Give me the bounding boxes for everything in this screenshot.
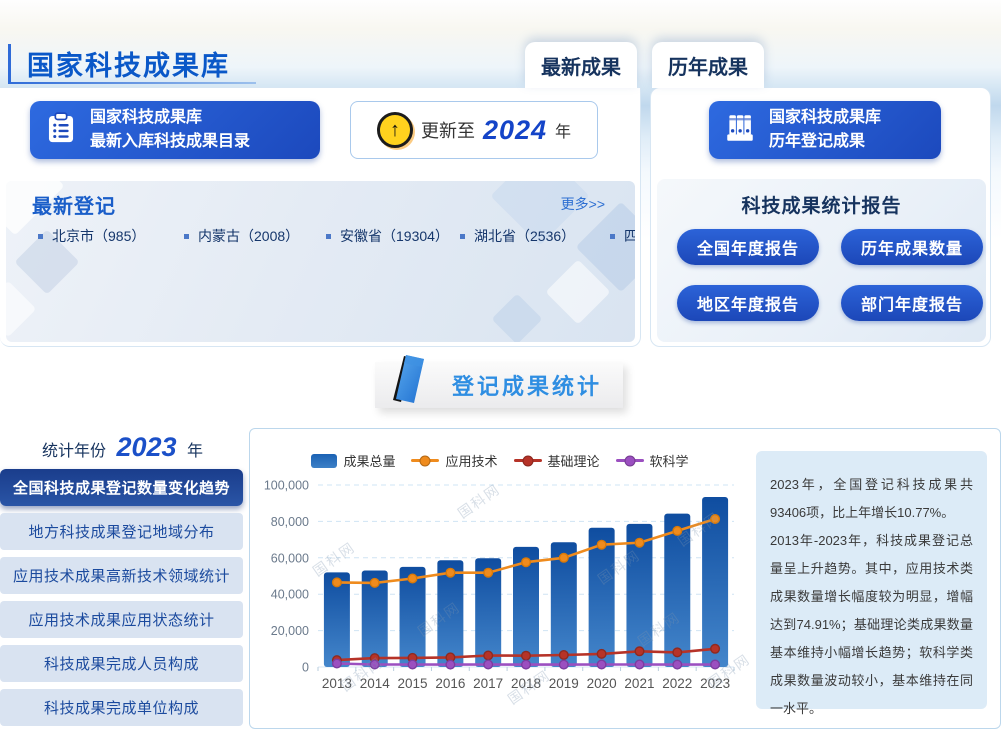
more-link[interactable]: 更多>>: [561, 194, 605, 214]
legend-line-swatch: [411, 459, 439, 462]
svg-text:60,000: 60,000: [271, 551, 309, 565]
svg-text:2019: 2019: [549, 676, 579, 691]
stats-menu-item[interactable]: 科技成果完成单位构成: [0, 689, 243, 726]
svg-text:80,000: 80,000: [271, 515, 309, 529]
svg-text:2022: 2022: [662, 676, 692, 691]
svg-text:2021: 2021: [624, 676, 654, 691]
history-button-label: 国家科技成果库 历年登记成果: [769, 106, 881, 154]
bullet-icon: [326, 234, 331, 239]
summary-panel: 2023年，全国登记科技成果共93406项，比上年增长10.77%。 2013年…: [756, 451, 987, 709]
stats-menu-item[interactable]: 应用技术成果应用状态统计: [0, 601, 243, 638]
update-year: 2024: [483, 115, 547, 146]
province-item[interactable]: 北京市（985）: [38, 221, 184, 251]
update-prefix: 更新至: [421, 117, 475, 143]
books-icon: [723, 111, 757, 150]
stats-menu-item[interactable]: 应用技术成果高新技术领域统计: [0, 557, 243, 594]
section-banner-label: 登记成果统计: [431, 369, 623, 401]
clipboard-list-icon: [44, 111, 78, 150]
svg-text:2013: 2013: [322, 676, 352, 691]
year-suffix: 年: [187, 443, 203, 460]
catalog-button[interactable]: 国家科技成果库 最新入库科技成果目录: [30, 101, 320, 159]
report-button[interactable]: 全国年度报告: [677, 229, 819, 265]
province-item[interactable]: 湖北省（2536）: [460, 221, 610, 251]
report-card: 科技成果统计报告 全国年度报告历年成果数量地区年度报告部门年度报告: [657, 179, 986, 342]
legend-item[interactable]: 成果总量: [311, 451, 395, 470]
update-year-suffix: 年: [555, 118, 571, 142]
year-value: 2023: [116, 432, 176, 462]
decor-diamond: [6, 281, 36, 338]
svg-text:20,000: 20,000: [271, 624, 309, 638]
history-results-panel: 国家科技成果库 历年登记成果 科技成果统计报告 全国年度报告历年成果数量地区年度…: [650, 87, 991, 347]
svg-text:2017: 2017: [473, 676, 503, 691]
summary-paragraph: 2013年-2023年，科技成果登记总量呈上升趋势。其中，应用技术类成果数量增长…: [770, 527, 973, 723]
province-item[interactable]: 内蒙古（2008）: [184, 221, 326, 251]
section-banner: 登记成果统计: [375, 362, 623, 408]
results-chart: 0 20,000 40,000 60,000 80,000 100,000 2013 2014…: [260, 475, 742, 721]
svg-text:2014: 2014: [360, 676, 391, 691]
legend-item[interactable]: 基础理论: [514, 451, 600, 470]
tab-latest-label: 最新成果: [541, 51, 621, 80]
svg-text:100,000: 100,000: [264, 479, 309, 493]
decor-diamond: [492, 294, 543, 342]
report-button[interactable]: 地区年度报告: [677, 285, 819, 321]
bullet-icon: [460, 234, 465, 239]
report-button[interactable]: 历年成果数量: [841, 229, 983, 265]
statistics-year-row: 统计年份 2023 年: [0, 432, 245, 463]
legend-bar-swatch: [311, 454, 337, 468]
chart-panel: 成果总量应用技术基础理论软科学 0 20,000 40,000 60,000 80,00…: [249, 428, 1001, 729]
province-item[interactable]: 安徽省（19304）: [326, 221, 460, 251]
stats-menu: 全国科技成果登记数量变化趋势地方科技成果登记地域分布应用技术成果高新技术领域统计…: [0, 469, 243, 726]
report-button-grid: 全国年度报告历年成果数量地区年度报告部门年度报告: [677, 229, 983, 321]
stats-menu-item[interactable]: 地方科技成果登记地域分布: [0, 513, 243, 550]
up-arrow-circle-icon: ↑: [377, 112, 413, 148]
legend-line-swatch: [616, 459, 644, 462]
latest-registry-section: 最新登记 更多>> 北京市（985）内蒙古（2008）安徽省（19304）湖北省…: [6, 181, 635, 342]
svg-text:0: 0: [302, 661, 309, 675]
tab-history-results[interactable]: 历年成果: [652, 42, 764, 88]
legend-item[interactable]: 应用技术: [411, 451, 497, 470]
svg-text:2016: 2016: [435, 676, 465, 691]
stats-menu-item[interactable]: 科技成果完成人员构成: [0, 645, 243, 682]
year-label: 统计年份: [42, 443, 106, 460]
legend-line-swatch: [514, 459, 542, 462]
svg-text:40,000: 40,000: [271, 588, 309, 602]
ribbon-icon: [391, 353, 431, 410]
province-item[interactable]: 四川省（4896）: [610, 221, 635, 251]
title-underline: [8, 82, 256, 84]
svg-text:2020: 2020: [587, 676, 617, 691]
svg-text:2018: 2018: [511, 676, 541, 691]
bullet-icon: [38, 234, 43, 239]
report-card-heading: 科技成果统计报告: [657, 191, 986, 218]
province-list: 北京市（985）内蒙古（2008）安徽省（19304）湖北省（2536）四川省（…: [38, 221, 635, 251]
svg-text:2023: 2023: [700, 676, 730, 691]
tab-latest-results[interactable]: 最新成果: [525, 42, 637, 88]
bullet-icon: [610, 234, 615, 239]
latest-registry-heading: 最新登记: [32, 190, 116, 219]
latest-results-panel: 国家科技成果库 最新入库科技成果目录 ↑ 更新至 2024 年 最新登记 更多>…: [0, 87, 641, 347]
history-button[interactable]: 国家科技成果库 历年登记成果: [709, 101, 941, 159]
page-title: 国家科技成果库: [8, 44, 230, 83]
catalog-button-label: 国家科技成果库 最新入库科技成果目录: [90, 106, 250, 154]
update-banner[interactable]: ↑ 更新至 2024 年: [350, 101, 598, 159]
report-button[interactable]: 部门年度报告: [841, 285, 983, 321]
legend-item[interactable]: 软科学: [616, 451, 689, 470]
tab-history-label: 历年成果: [668, 51, 748, 80]
summary-paragraph: 2023年，全国登记科技成果共93406项，比上年增长10.77%。: [770, 471, 973, 527]
chart-legend: 成果总量应用技术基础理论软科学: [280, 451, 720, 470]
stats-menu-item[interactable]: 全国科技成果登记数量变化趋势: [0, 469, 243, 506]
svg-text:2015: 2015: [398, 676, 428, 691]
bullet-icon: [184, 234, 189, 239]
